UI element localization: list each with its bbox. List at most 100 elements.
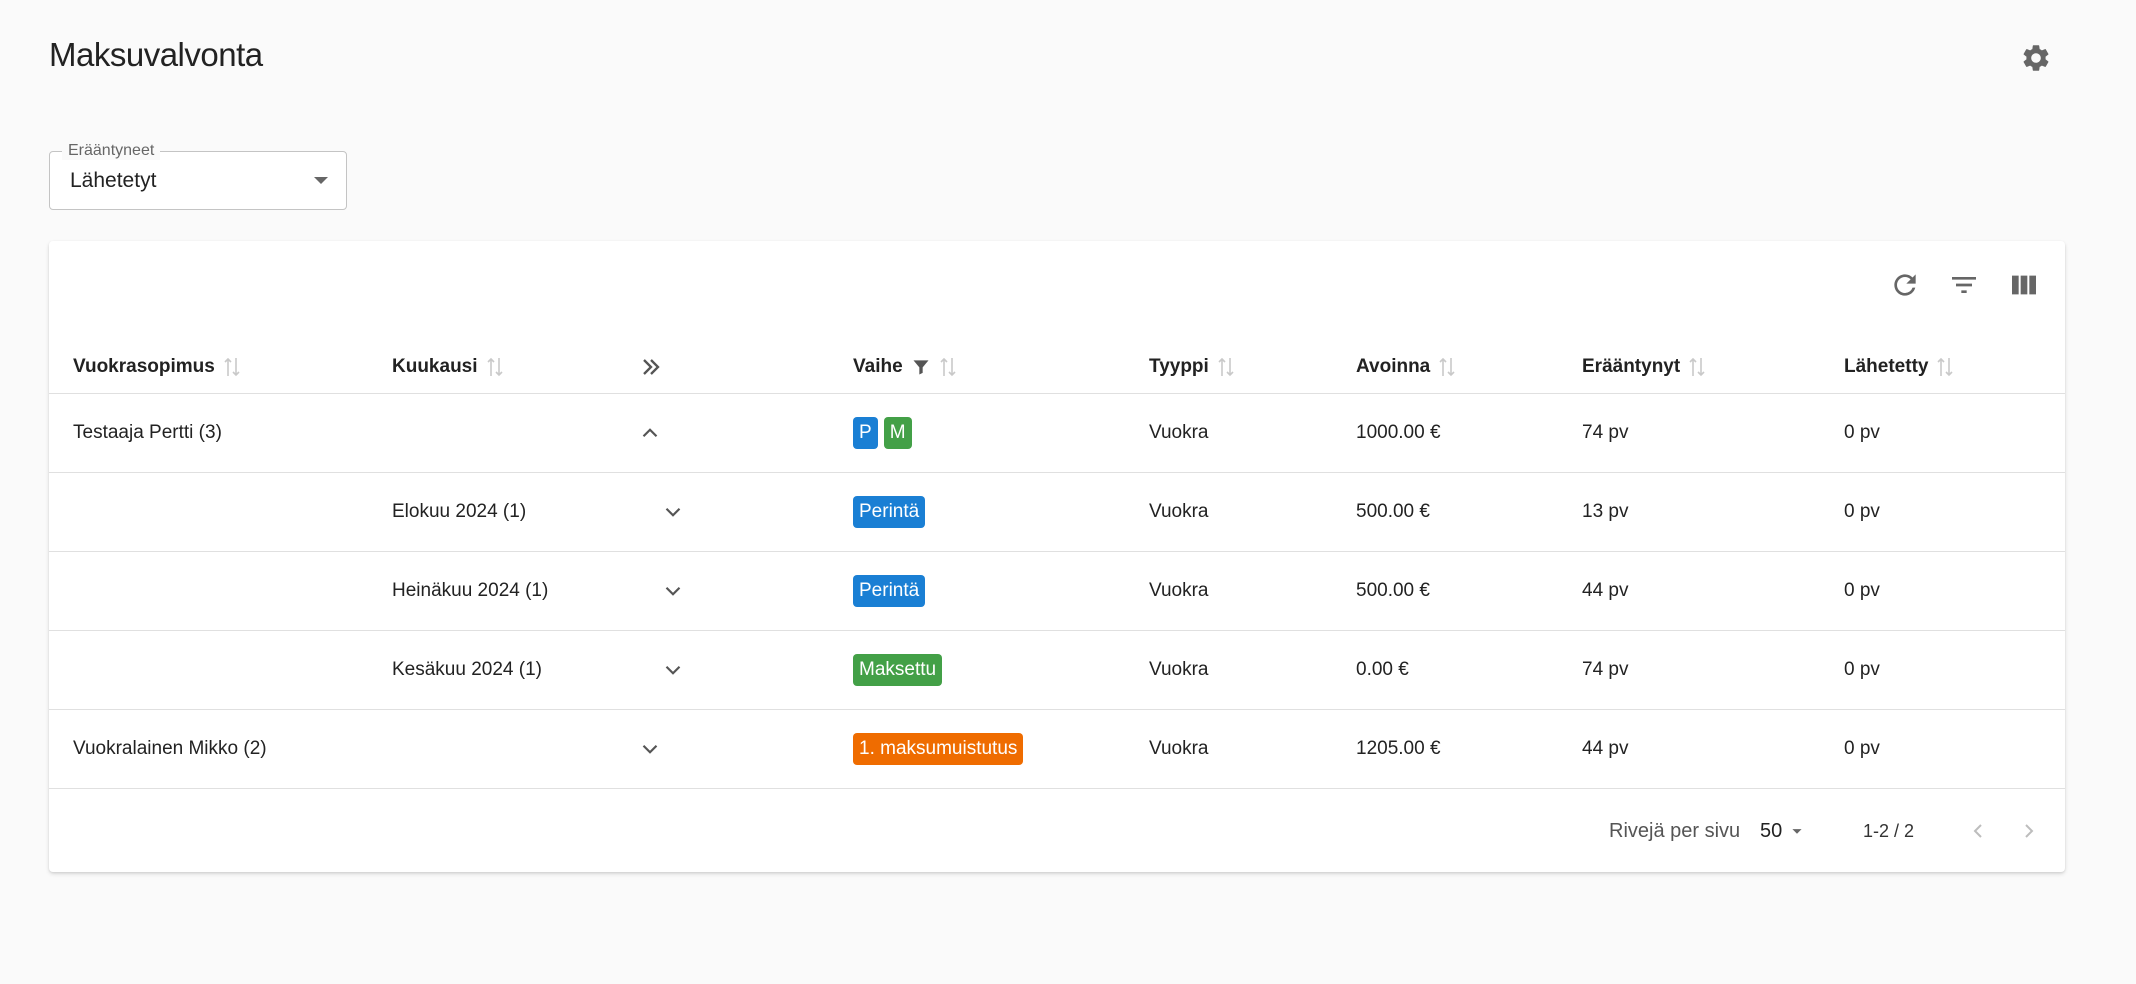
cell-sent: 0 pv: [1844, 501, 1880, 522]
cell-overdue: 74 pv: [1582, 659, 1629, 680]
chevron-left-icon: [1973, 824, 1982, 838]
cell-phase: Perintä: [853, 473, 931, 551]
cell-sent: 0 pv: [1844, 659, 1880, 680]
payments-table-card: Vuokrasopimus Kuukausi Vaihe Tyyppi Avoi…: [49, 241, 2065, 872]
cell-type: Vuokra: [1149, 580, 1209, 601]
cell-type: Vuokra: [1149, 501, 1209, 522]
cell-type: Vuokra: [1149, 659, 1209, 680]
refresh-icon: [1894, 274, 1916, 296]
cell-contract: Vuokralainen Mikko (2): [73, 738, 267, 759]
sort-icon: [1936, 356, 1954, 378]
cell-phase: Perintä: [853, 552, 931, 630]
table-row[interactable]: Testaaja Pertti (3) P M Vuokra 1000.00 €…: [49, 394, 2065, 473]
cell-phase: 1. maksumuistutus: [853, 710, 1029, 788]
caret-down-icon: [1792, 829, 1802, 834]
cell-sent: 0 pv: [1844, 422, 1880, 443]
cell-open: 500.00 €: [1356, 501, 1430, 522]
column-header-phase[interactable]: Vaihe: [853, 341, 957, 393]
expand-group-button[interactable]: [632, 731, 668, 767]
table-row[interactable]: Kesäkuu 2024 (1) Maksettu Vuokra 0.00 € …: [49, 631, 2065, 710]
filter-list-icon: [1952, 277, 1976, 293]
column-header-sent-label: Lähetetty: [1844, 356, 1929, 377]
phase-chip: Perintä: [853, 575, 926, 607]
view-columns-button[interactable]: [2004, 265, 2044, 305]
caret-down-icon: [314, 177, 328, 184]
expand-all-icon: [643, 359, 660, 375]
chevron-down-icon: [642, 744, 658, 754]
cell-type: Vuokra: [1149, 422, 1209, 443]
collapse-group-button[interactable]: [632, 415, 668, 451]
table-row[interactable]: Elokuu 2024 (1) Perintä Vuokra 500.00 € …: [49, 473, 2065, 552]
cell-contract: Testaaja Pertti (3): [73, 422, 222, 443]
table-pagination: Rivejä per sivu 50 1-2 / 2: [49, 790, 2065, 872]
refresh-button[interactable]: [1885, 265, 1925, 305]
cell-open: 500.00 €: [1356, 580, 1430, 601]
cell-type: Vuokra: [1149, 738, 1209, 759]
cell-sent: 0 pv: [1844, 580, 1880, 601]
sort-icon: [486, 356, 504, 378]
cell-overdue: 44 pv: [1582, 580, 1629, 601]
sort-icon: [1217, 356, 1235, 378]
expand-row-button[interactable]: [655, 494, 691, 530]
sort-icon: [1438, 356, 1456, 378]
gear-icon: [2023, 45, 2049, 71]
column-header-month-label: Kuukausi: [392, 356, 478, 377]
phase-chip: Perintä: [853, 496, 926, 528]
column-header-open-label: Avoinna: [1356, 356, 1431, 377]
sort-icon: [1688, 356, 1706, 378]
filter-funnel-icon[interactable]: [911, 357, 931, 377]
chevron-right-icon: [2025, 824, 2034, 838]
table-row[interactable]: Vuokralainen Mikko (2) 1. maksumuistutus…: [49, 710, 2065, 789]
overdue-filter-value: Lähetetyt: [70, 169, 157, 192]
column-header-overdue-label: Erääntynyt: [1582, 356, 1681, 377]
rows-per-page-select[interactable]: 50: [1760, 790, 1808, 872]
cell-overdue: 13 pv: [1582, 501, 1629, 522]
rows-per-page-value: 50: [1760, 819, 1783, 842]
chevron-down-icon: [665, 507, 681, 517]
expand-row-button[interactable]: [655, 652, 691, 688]
sort-icon: [939, 356, 957, 378]
column-header-overdue[interactable]: Erääntynyt: [1582, 341, 1706, 393]
next-page-button[interactable]: [2009, 811, 2049, 851]
column-header-type[interactable]: Tyyppi: [1149, 341, 1235, 393]
filter-list-button[interactable]: [1944, 265, 1984, 305]
cell-overdue: 74 pv: [1582, 422, 1629, 443]
page-title: Maksuvalvonta: [49, 36, 263, 73]
cell-open: 0.00 €: [1356, 659, 1409, 680]
phase-chip: P: [853, 417, 878, 449]
cell-phase: Maksettu: [853, 631, 948, 709]
chevron-down-icon: [665, 665, 681, 675]
cell-sent: 0 pv: [1844, 738, 1880, 759]
cell-overdue: 44 pv: [1582, 738, 1629, 759]
table-header-row: Vuokrasopimus Kuukausi Vaihe Tyyppi Avoi…: [49, 341, 2065, 394]
cell-open: 1000.00 €: [1356, 422, 1441, 443]
overdue-filter-label: Erääntyneet: [62, 142, 161, 160]
cell-month: Heinäkuu 2024 (1): [392, 580, 549, 601]
column-header-contract-label: Vuokrasopimus: [73, 356, 215, 377]
cell-month: Kesäkuu 2024 (1): [392, 659, 542, 680]
phase-chip: Maksettu: [853, 654, 943, 686]
view-columns-icon: [2012, 275, 2036, 295]
cell-phase: P M: [853, 394, 918, 472]
expand-all-button[interactable]: [637, 341, 665, 393]
column-header-type-label: Tyyppi: [1149, 356, 1209, 377]
column-header-month[interactable]: Kuukausi: [392, 341, 504, 393]
rows-per-page-label: Rivejä per sivu: [1609, 819, 1741, 842]
column-header-sent[interactable]: Lähetetty: [1844, 341, 1954, 393]
cell-month: Elokuu 2024 (1): [392, 501, 527, 522]
pagination-range: 1-2 / 2: [1863, 820, 1915, 841]
cell-open: 1205.00 €: [1356, 738, 1441, 759]
table-row[interactable]: Heinäkuu 2024 (1) Perintä Vuokra 500.00 …: [49, 552, 2065, 631]
column-header-contract[interactable]: Vuokrasopimus: [73, 341, 241, 393]
phase-chip: 1. maksumuistutus: [853, 733, 1024, 765]
chevron-down-icon: [665, 586, 681, 596]
previous-page-button[interactable]: [1958, 811, 1998, 851]
phase-chip: M: [883, 417, 912, 449]
sort-icon: [223, 356, 241, 378]
column-header-phase-label: Vaihe: [853, 356, 903, 377]
overdue-filter-select[interactable]: Erääntyneet Lähetetyt: [49, 142, 347, 210]
column-header-open[interactable]: Avoinna: [1356, 341, 1456, 393]
expand-row-button[interactable]: [655, 573, 691, 609]
settings-button[interactable]: [2016, 38, 2056, 78]
chevron-up-icon: [642, 428, 658, 438]
